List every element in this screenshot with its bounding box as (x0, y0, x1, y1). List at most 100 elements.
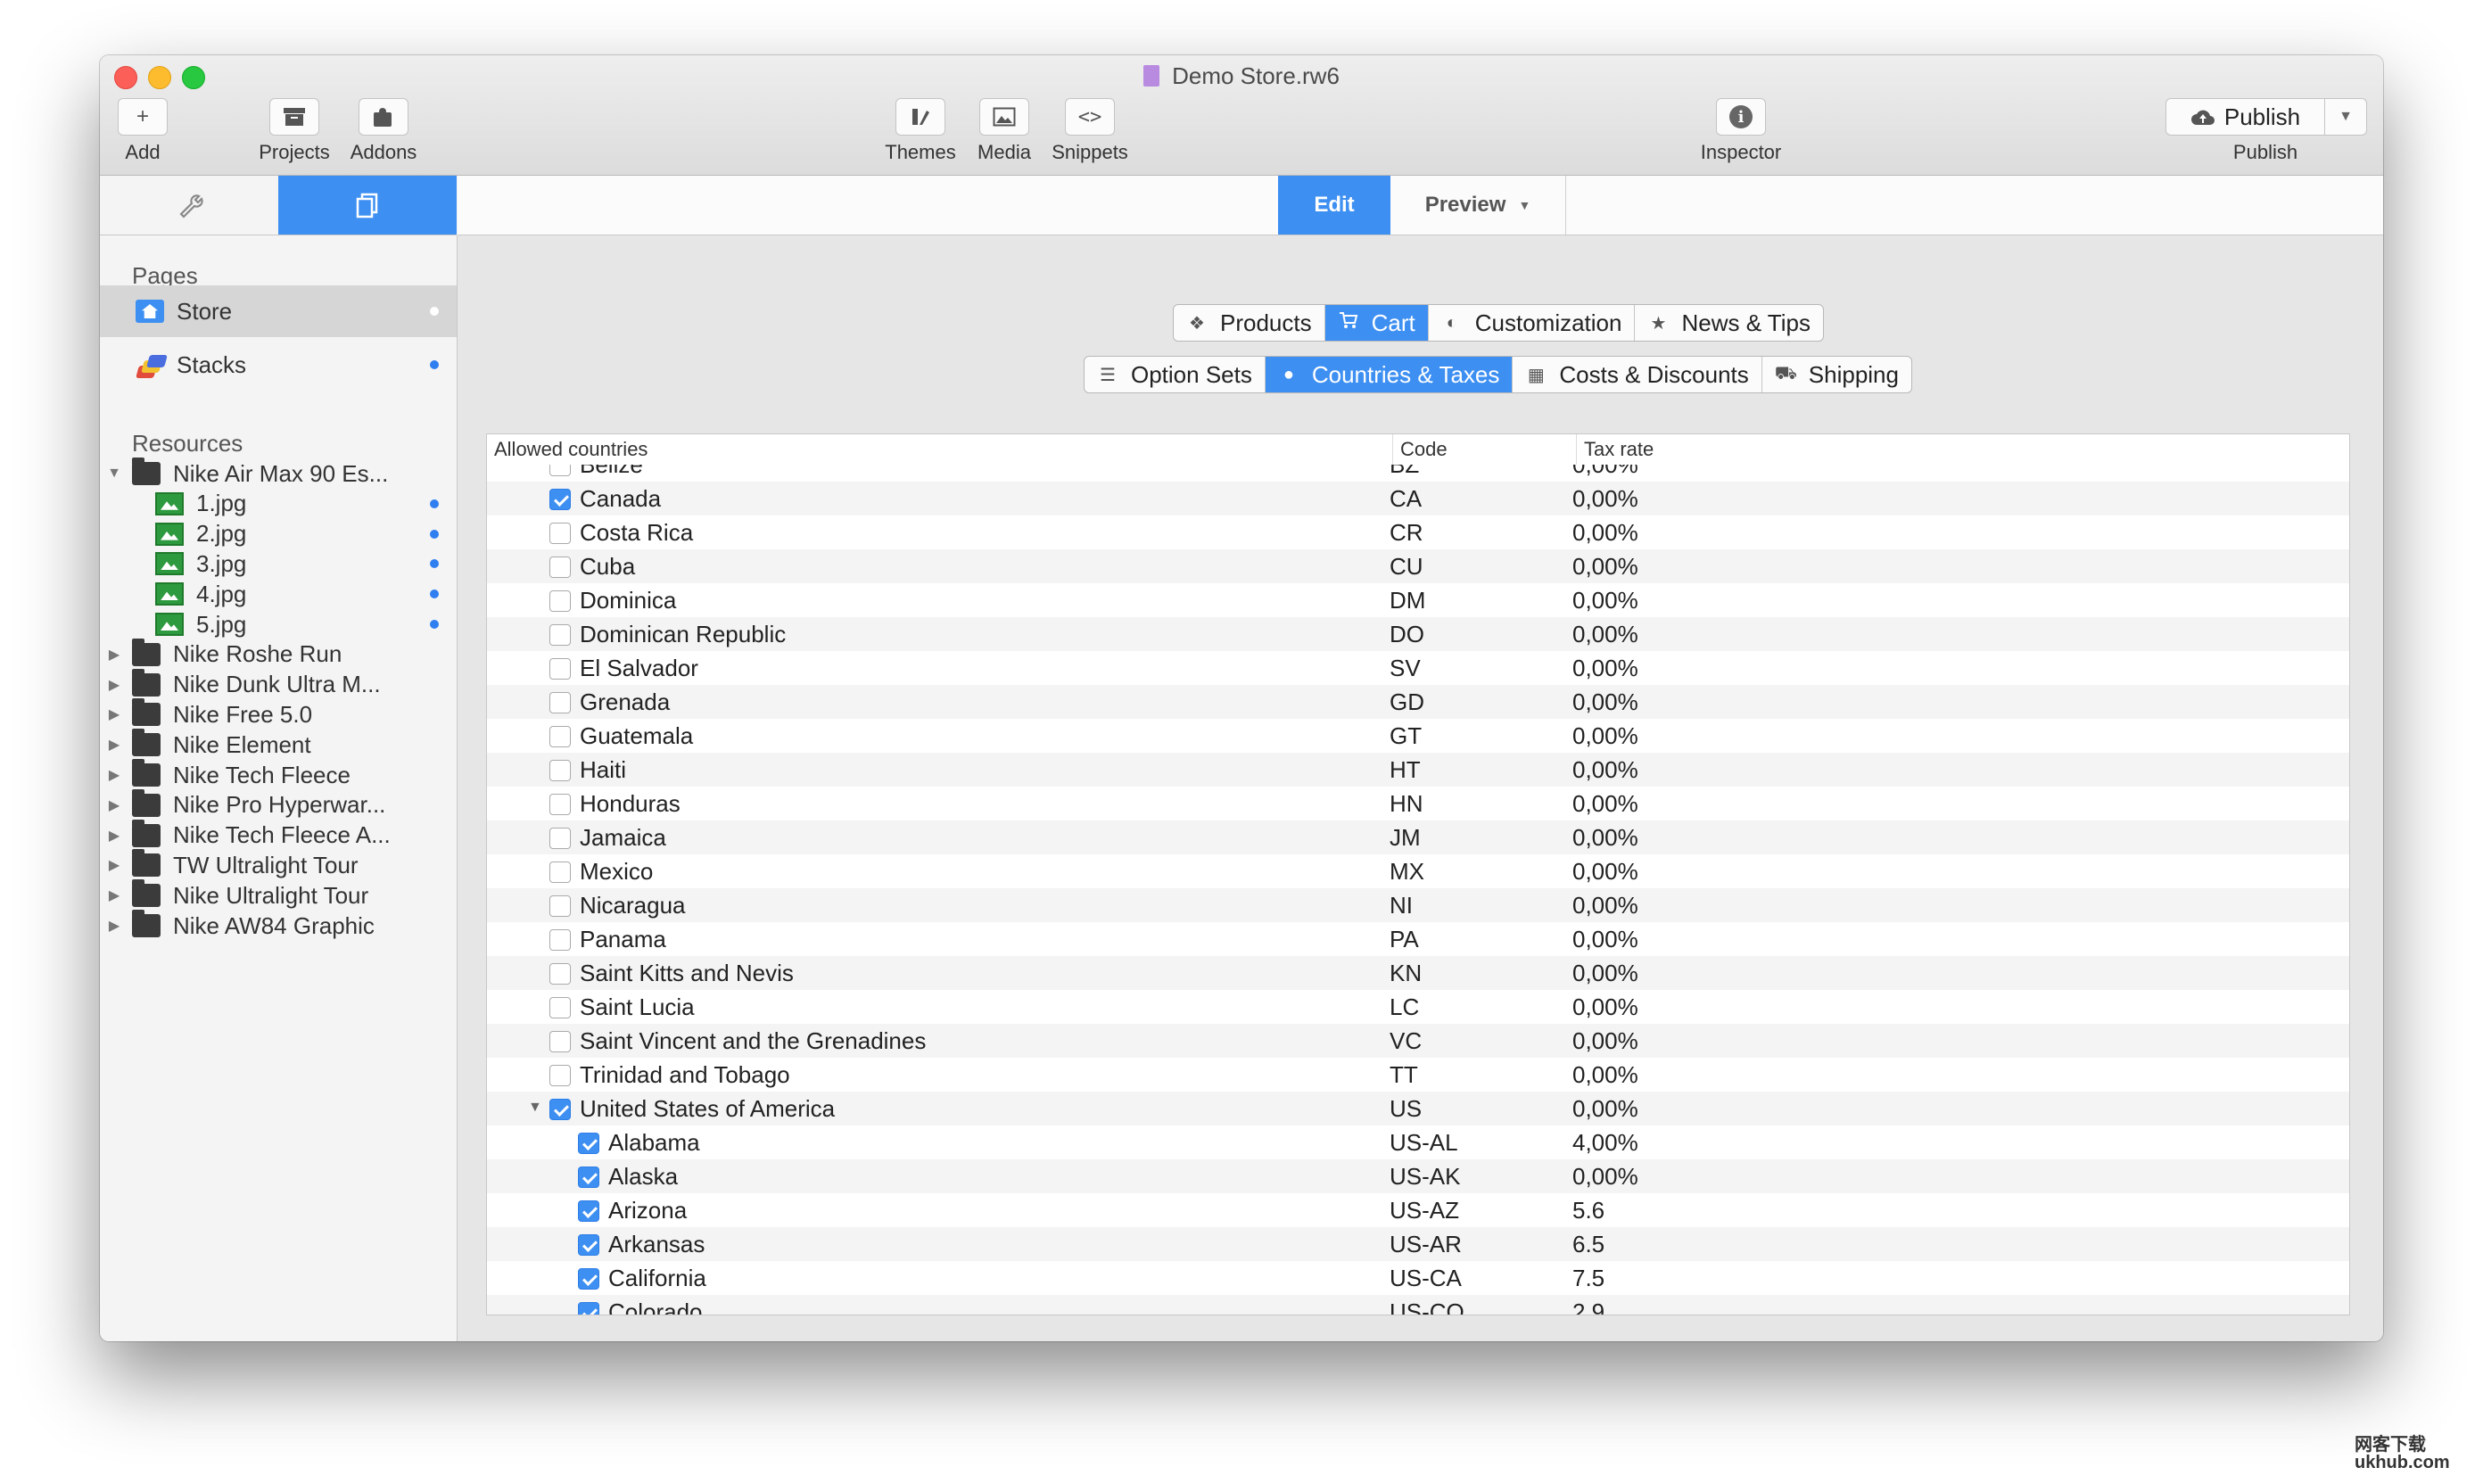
country-checkbox[interactable] (549, 997, 571, 1018)
country-checkbox[interactable] (578, 1302, 599, 1315)
country-checkbox[interactable] (549, 929, 571, 951)
media-toolbar-item[interactable]: Media (972, 98, 1036, 164)
table-row[interactable]: Colorado US-CO 2.9 (487, 1295, 2349, 1315)
disclosure-collapsed-icon[interactable]: ▶ (105, 886, 123, 904)
addons-toolbar-item[interactable]: Addons (339, 98, 428, 164)
column-header-code[interactable]: Code (1393, 434, 1577, 465)
table-row[interactable]: Costa Rica CR 0,00% (487, 515, 2349, 549)
table-row[interactable]: Saint Lucia LC 0,00% (487, 990, 2349, 1024)
country-checkbox[interactable] (549, 523, 571, 544)
tax-rate-field[interactable]: 0,00% (1572, 790, 1638, 818)
info-icon[interactable]: i (1716, 98, 1766, 136)
tax-rate-field[interactable]: 0,00% (1572, 858, 1638, 886)
country-checkbox[interactable] (549, 828, 571, 849)
resource-file-item[interactable]: 3.jpg (100, 548, 457, 579)
resource-folder-item[interactable]: ▶ Nike Roshe Run (100, 638, 457, 670)
tax-rate-field[interactable]: 0,00% (1572, 960, 1638, 987)
projects-toolbar-item[interactable]: Projects (250, 98, 339, 164)
tax-rate-field[interactable]: 0,00% (1572, 1027, 1638, 1055)
tax-rate-field[interactable]: 4,00% (1572, 1129, 1638, 1157)
table-row[interactable]: Dominica DM 0,00% (487, 583, 2349, 617)
preview-button[interactable]: Preview ▼ (1390, 176, 1566, 235)
tax-rate-field[interactable]: 0,00% (1572, 926, 1638, 953)
disclosure-collapsed-icon[interactable]: ▶ (105, 796, 123, 814)
tax-rate-field[interactable]: 5.6 (1572, 1197, 1604, 1224)
tax-rate-field[interactable]: 0,00% (1572, 519, 1638, 547)
tax-rate-field[interactable]: 2.9 (1572, 1298, 1604, 1315)
plus-icon[interactable]: + (118, 98, 168, 136)
resource-folder-item[interactable]: ▼ Nike Air Max 90 Es... (100, 458, 457, 489)
table-row[interactable]: Arkansas US-AR 6.5 (487, 1227, 2349, 1261)
tax-rate-field[interactable]: 0,00% (1572, 465, 1638, 479)
country-checkbox[interactable] (549, 794, 571, 815)
table-row[interactable]: Grenada GD 0,00% (487, 685, 2349, 719)
disclosure-collapsed-icon[interactable]: ▶ (105, 676, 123, 694)
tax-rate-field[interactable]: 0,00% (1572, 587, 1638, 614)
country-checkbox[interactable] (549, 1031, 571, 1052)
disclosure-collapsed-icon[interactable]: ▶ (105, 705, 123, 723)
tax-rate-field[interactable]: 6.5 (1572, 1231, 1604, 1258)
country-checkbox[interactable] (549, 692, 571, 713)
table-row[interactable]: Belize BZ 0,00% (487, 465, 2349, 482)
disclosure-collapsed-icon[interactable]: ▶ (105, 766, 123, 784)
country-checkbox[interactable] (549, 489, 571, 510)
resource-file-item[interactable]: 5.jpg (100, 609, 457, 639)
tax-rate-field[interactable]: 0,00% (1572, 892, 1638, 919)
country-checkbox[interactable] (549, 862, 571, 883)
table-row[interactable]: Arizona US-AZ 5.6 (487, 1193, 2349, 1227)
country-checkbox[interactable] (578, 1167, 599, 1188)
country-checkbox[interactable] (549, 1099, 571, 1120)
table-row[interactable]: El Salvador SV 0,00% (487, 651, 2349, 685)
table-row[interactable]: Mexico MX 0,00% (487, 854, 2349, 888)
tax-rate-field[interactable]: 0,00% (1572, 722, 1638, 750)
country-checkbox[interactable] (578, 1268, 599, 1290)
themes-toolbar-item[interactable]: Themes (885, 98, 956, 164)
tab-cart[interactable]: Cart (1324, 305, 1429, 341)
resource-folder-item[interactable]: ▶ Nike Tech Fleece A... (100, 819, 457, 851)
resource-folder-item[interactable]: ▶ Nike Tech Fleece (100, 759, 457, 790)
country-checkbox[interactable] (549, 1065, 571, 1086)
tax-rate-field[interactable]: 0,00% (1572, 1163, 1638, 1191)
country-checkbox[interactable] (549, 963, 571, 985)
disclosure-collapsed-icon[interactable]: ▶ (105, 736, 123, 754)
tax-rate-field[interactable]: 0,00% (1572, 1061, 1638, 1089)
publish-button-group[interactable]: Publish ▼ (2165, 98, 2367, 136)
sidebar-page-stacks[interactable]: Stacks (100, 339, 457, 391)
code-brackets-icon[interactable]: <> (1065, 98, 1115, 136)
table-row[interactable]: Trinidad and Tobago TT 0,00% (487, 1058, 2349, 1092)
tax-rate-field[interactable]: 0,00% (1572, 553, 1638, 581)
table-row[interactable]: Saint Kitts and Nevis KN 0,00% (487, 956, 2349, 990)
add-toolbar-item[interactable]: + Add (111, 98, 175, 164)
column-header-country[interactable]: Allowed countries (487, 434, 1393, 465)
tax-rate-field[interactable]: 0,00% (1572, 824, 1638, 852)
table-row[interactable]: California US-CA 7.5 (487, 1261, 2349, 1295)
pages-tab-pages-icon[interactable] (278, 176, 457, 235)
country-checkbox[interactable] (549, 895, 571, 917)
resource-file-item[interactable]: 4.jpg (100, 579, 457, 609)
table-row[interactable]: Alabama US-AL 4,00% (487, 1125, 2349, 1159)
table-row[interactable]: Nicaragua NI 0,00% (487, 888, 2349, 922)
table-body[interactable]: Belize BZ 0,00% Canada CA 0,00% Costa Rica CR 0,… (487, 465, 2349, 1315)
publish-menu-chevron-down-icon[interactable]: ▼ (2325, 99, 2366, 135)
tax-rate-field[interactable]: 0,00% (1572, 1095, 1638, 1123)
disclosure-collapsed-icon[interactable]: ▶ (105, 827, 123, 845)
country-checkbox[interactable] (549, 658, 571, 680)
tax-rate-field[interactable]: 0,00% (1572, 993, 1638, 1021)
tab-shipping[interactable]: ⛟ Shipping (1762, 357, 1911, 392)
tab-customization[interactable]: ◐ Customization (1429, 305, 1636, 341)
country-checkbox[interactable] (578, 1234, 599, 1256)
table-row[interactable]: Alaska US-AK 0,00% (487, 1159, 2349, 1193)
country-checkbox[interactable] (549, 590, 571, 612)
resource-folder-item[interactable]: ▶ Nike Dunk Ultra M... (100, 668, 457, 700)
archive-box-icon[interactable] (269, 98, 319, 136)
edit-button[interactable]: Edit (1278, 176, 1390, 235)
sidebar-page-store[interactable]: Store (100, 285, 457, 337)
tab-countries-taxes[interactable]: ● Countries & Taxes (1265, 357, 1514, 392)
tax-rate-field[interactable]: 0,00% (1572, 688, 1638, 716)
brush-icon[interactable] (895, 98, 945, 136)
tab-news-tips[interactable]: ★ News & Tips (1635, 305, 1823, 341)
resource-folder-item[interactable]: ▶ TW Ultralight Tour (100, 849, 457, 880)
tools-tab-wrench-icon[interactable] (100, 176, 278, 235)
image-icon[interactable] (979, 98, 1029, 136)
table-row[interactable]: Panama PA 0,00% (487, 922, 2349, 956)
